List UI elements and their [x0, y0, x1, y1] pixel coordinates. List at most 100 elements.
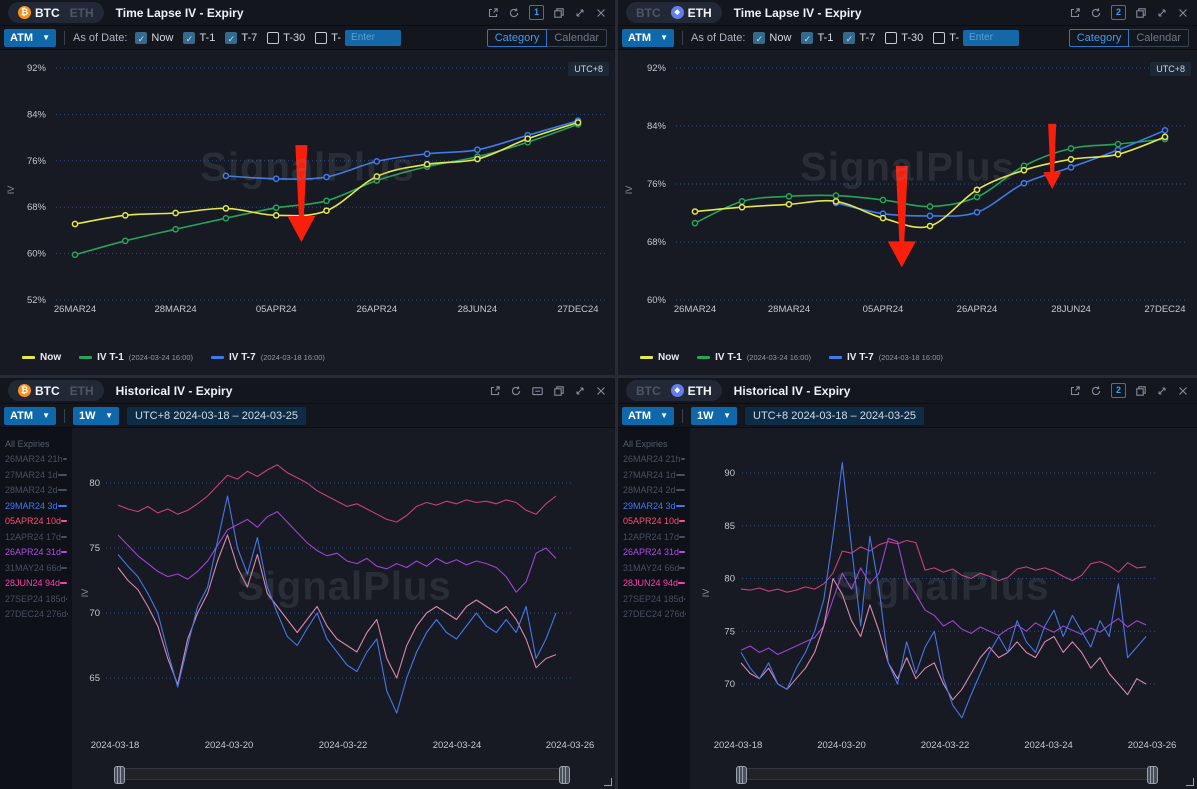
date-range-picker[interactable]: UTC+8 2024-03-18 – 2024-03-25 — [127, 407, 306, 425]
checkbox-now[interactable]: ✓Now — [753, 32, 791, 44]
time-range-slider[interactable] — [736, 768, 1158, 780]
refresh-icon[interactable] — [1090, 385, 1102, 397]
time-range-slider[interactable] — [114, 768, 570, 780]
checkbox-t-1[interactable]: ✓T-1 — [183, 32, 215, 44]
checkbox-checked-icon[interactable]: ✓ — [753, 32, 765, 44]
legend-item[interactable]: IV T-1(2024-03-24 16:00) — [79, 352, 193, 363]
window-index-badge[interactable]: 2 — [1111, 5, 1126, 20]
folder-minus-icon[interactable] — [531, 385, 544, 397]
checkbox-unchecked-icon[interactable] — [933, 32, 945, 44]
expiry-item[interactable]: 28MAR24 2d — [0, 483, 72, 499]
expiry-item[interactable]: 31MAY24 66d — [618, 560, 690, 576]
checkbox-unchecked-icon[interactable] — [267, 32, 279, 44]
expiry-item[interactable]: 27DEC24 276d — [618, 607, 690, 623]
expiry-item[interactable]: 12APR24 17d — [0, 529, 72, 545]
legend-item[interactable]: IV T-7(2024-03-18 16:00) — [211, 352, 325, 363]
slider-handle-left[interactable] — [114, 766, 125, 784]
checkbox-checked-icon[interactable]: ✓ — [135, 32, 147, 44]
expiry-item[interactable]: 26APR24 31d — [0, 545, 72, 561]
checkbox-t-7[interactable]: ✓T-7 — [225, 32, 257, 44]
refresh-icon[interactable] — [510, 385, 522, 397]
tab-eth[interactable]: ETH — [70, 384, 94, 398]
expiry-item[interactable]: 05APR24 10d — [618, 514, 690, 530]
expiry-item[interactable]: 27DEC24 276d — [0, 607, 72, 623]
resize-handle[interactable] — [1186, 778, 1194, 786]
strike-select[interactable]: ATM▼ — [4, 407, 56, 425]
custom-date-input[interactable]: Enter — [345, 30, 401, 46]
period-select[interactable]: 1W▼ — [691, 407, 737, 425]
tab-btc[interactable]: BTC — [636, 384, 661, 398]
timelapse-chart[interactable]: 92%84%76%68%60%52%IV26MAR2428MAR2405APR2… — [0, 50, 615, 330]
duplicate-icon[interactable] — [553, 385, 565, 397]
open-in-new-icon[interactable] — [487, 7, 499, 19]
tab-btc[interactable]: ₿ BTC — [18, 6, 60, 20]
refresh-icon[interactable] — [1090, 7, 1102, 19]
refresh-icon[interactable] — [508, 7, 520, 19]
expiry-item[interactable]: 05APR24 10d — [0, 514, 72, 530]
tab-category[interactable]: Category — [1069, 29, 1130, 47]
expiry-item[interactable]: 28MAR24 2d — [618, 483, 690, 499]
expiry-item[interactable]: 28JUN24 94d — [618, 576, 690, 592]
checkbox-checked-icon[interactable]: ✓ — [843, 32, 855, 44]
expiry-item[interactable]: 26MAR24 21h — [618, 452, 690, 468]
checkbox-t-1[interactable]: ✓T-1 — [801, 32, 833, 44]
tab-btc[interactable]: ₿ BTC — [18, 384, 60, 398]
checkbox-unchecked-icon[interactable] — [885, 32, 897, 44]
strike-select[interactable]: ATM▼ — [622, 29, 674, 47]
close-icon[interactable] — [1177, 7, 1189, 19]
expand-icon[interactable] — [574, 7, 586, 19]
checkbox-unchecked-icon[interactable] — [315, 32, 327, 44]
expiry-item[interactable]: 12APR24 17d — [618, 529, 690, 545]
checkbox-t-[interactable]: T- — [933, 32, 959, 44]
expiry-item[interactable]: 27MAR24 1d — [618, 467, 690, 483]
checkbox-t-7[interactable]: ✓T-7 — [843, 32, 875, 44]
tab-btc[interactable]: BTC — [636, 6, 661, 20]
checkbox-now[interactable]: ✓Now — [135, 32, 173, 44]
tab-eth[interactable]: ETH — [70, 6, 94, 20]
strike-select[interactable]: ATM▼ — [622, 407, 674, 425]
slider-handle-right[interactable] — [1147, 766, 1158, 784]
expiry-item[interactable]: 27SEP24 185d — [618, 591, 690, 607]
window-index-badge[interactable]: 1 — [529, 5, 544, 20]
duplicate-icon[interactable] — [1135, 385, 1147, 397]
historical-chart[interactable]: 80757065IV2024-03-182024-03-202024-03-22… — [0, 428, 615, 758]
custom-date-input[interactable]: Enter — [963, 30, 1019, 46]
strike-select[interactable]: ATM▼ — [4, 29, 56, 47]
checkbox-t-30[interactable]: T-30 — [267, 32, 305, 44]
checkbox-checked-icon[interactable]: ✓ — [225, 32, 237, 44]
tab-eth[interactable]: ◆ ETH — [671, 384, 712, 398]
expiry-item[interactable]: 27MAR24 1d — [0, 467, 72, 483]
expand-icon[interactable] — [1156, 7, 1168, 19]
close-icon[interactable] — [1177, 385, 1189, 397]
timelapse-chart[interactable]: 92%84%76%68%60%IV26MAR2428MAR2405APR2426… — [618, 50, 1197, 330]
legend-item[interactable]: Now — [22, 352, 61, 363]
open-in-new-icon[interactable] — [489, 385, 501, 397]
period-select[interactable]: 1W▼ — [73, 407, 119, 425]
window-index-badge[interactable]: 2 — [1111, 383, 1126, 398]
slider-handle-left[interactable] — [736, 766, 747, 784]
checkbox-checked-icon[interactable]: ✓ — [183, 32, 195, 44]
resize-handle[interactable] — [604, 778, 612, 786]
expiry-item[interactable]: 27SEP24 185d — [0, 591, 72, 607]
tab-category[interactable]: Category — [487, 29, 548, 47]
expiry-item[interactable]: 31MAY24 66d — [0, 560, 72, 576]
slider-handle-right[interactable] — [559, 766, 570, 784]
expand-icon[interactable] — [1156, 385, 1168, 397]
legend-item[interactable]: IV T-7(2024-03-18 16:00) — [829, 352, 943, 363]
legend-item[interactable]: IV T-1(2024-03-24 16:00) — [697, 352, 811, 363]
date-range-picker[interactable]: UTC+8 2024-03-18 – 2024-03-25 — [745, 407, 924, 425]
checkbox-checked-icon[interactable]: ✓ — [801, 32, 813, 44]
checkbox-t-[interactable]: T- — [315, 32, 341, 44]
historical-chart[interactable]: 9085807570IV2024-03-182024-03-202024-03-… — [618, 428, 1197, 758]
tab-calendar[interactable]: Calendar — [1129, 29, 1189, 47]
expand-icon[interactable] — [574, 385, 586, 397]
tab-calendar[interactable]: Calendar — [547, 29, 607, 47]
checkbox-t-30[interactable]: T-30 — [885, 32, 923, 44]
duplicate-icon[interactable] — [553, 7, 565, 19]
expiry-item[interactable]: 26APR24 31d — [618, 545, 690, 561]
expiry-item[interactable]: 29MAR24 3d — [0, 498, 72, 514]
expiry-item[interactable]: 28JUN24 94d — [0, 576, 72, 592]
open-in-new-icon[interactable] — [1069, 7, 1081, 19]
duplicate-icon[interactable] — [1135, 7, 1147, 19]
open-in-new-icon[interactable] — [1069, 385, 1081, 397]
